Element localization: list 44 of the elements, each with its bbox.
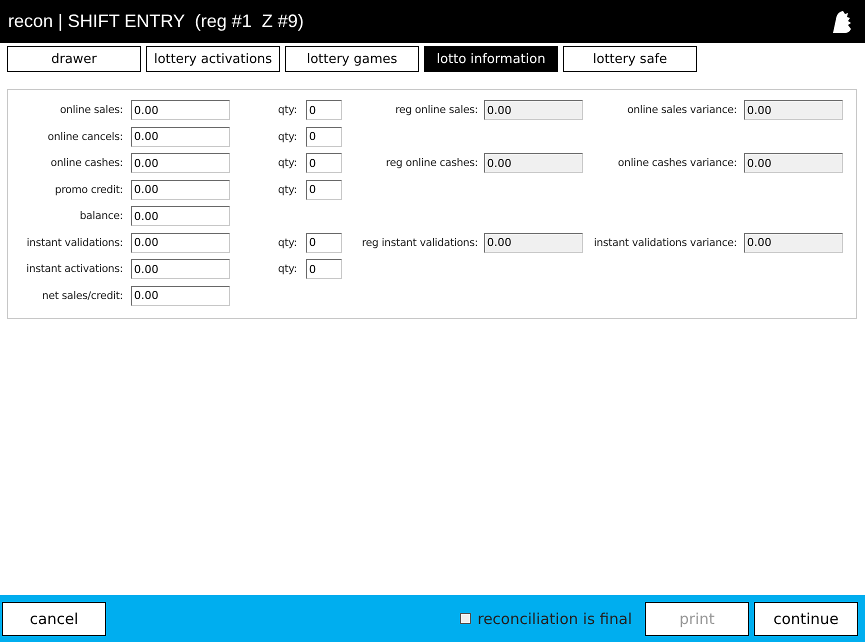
field-label: instant validations:	[26, 236, 123, 248]
input-field[interactable]: 0.00	[131, 100, 230, 120]
cancel-button[interactable]: cancel	[2, 602, 106, 636]
input-field[interactable]: 0.00	[131, 126, 230, 146]
input-field[interactable]: 0.00	[131, 232, 230, 252]
tab[interactable]: lottery games	[285, 46, 419, 72]
field-label: net sales/credit:	[42, 290, 123, 302]
field-label: online sales variance:	[627, 104, 737, 116]
input-field[interactable]: 0.00	[131, 259, 230, 279]
input-field[interactable]: 0	[306, 153, 342, 173]
field-label: qty:	[278, 157, 297, 169]
field-label: online cashes:	[50, 157, 123, 169]
window-title: recon | SHIFT ENTRY (reg #1 Z #9)	[8, 11, 304, 32]
field-label: qty:	[278, 184, 297, 196]
field-label: reg instant validations:	[362, 236, 478, 248]
field-label: promo credit:	[54, 184, 123, 196]
continue-button[interactable]: continue	[754, 602, 858, 636]
input-field[interactable]: 0	[306, 126, 342, 146]
field-label: reg online sales:	[395, 104, 478, 116]
tab[interactable]: lotto information	[424, 46, 558, 72]
input-field[interactable]: 0	[306, 100, 342, 120]
input-field[interactable]: 0	[306, 232, 342, 252]
field-label: online cancels:	[48, 130, 123, 142]
input-field[interactable]: 0	[306, 180, 342, 200]
field-label: online cashes variance:	[618, 157, 737, 169]
field-label: reg online cashes:	[386, 157, 478, 169]
field-label: qty:	[278, 130, 297, 142]
checkbox-label: reconciliation is final	[477, 610, 632, 628]
input-field[interactable]: 0	[306, 259, 342, 279]
field-label: online sales:	[60, 104, 123, 116]
input-field[interactable]: 0.00	[131, 206, 230, 226]
field-label: balance:	[80, 210, 123, 222]
field-label: instant activations:	[26, 263, 123, 275]
checkbox[interactable]	[460, 613, 472, 624]
field-label: instant validations variance:	[594, 236, 737, 248]
field-label: qty:	[278, 236, 297, 248]
field-label: qty:	[278, 263, 297, 275]
tab[interactable]: drawer	[7, 46, 141, 72]
field-label: qty:	[278, 104, 297, 116]
input-field[interactable]: 0.00	[131, 180, 230, 200]
tab[interactable]: lottery activations	[146, 46, 280, 72]
tab[interactable]: lottery safe	[563, 46, 697, 72]
input-field[interactable]: 0.00	[131, 153, 230, 173]
input-field[interactable]: 0.00	[131, 286, 230, 306]
